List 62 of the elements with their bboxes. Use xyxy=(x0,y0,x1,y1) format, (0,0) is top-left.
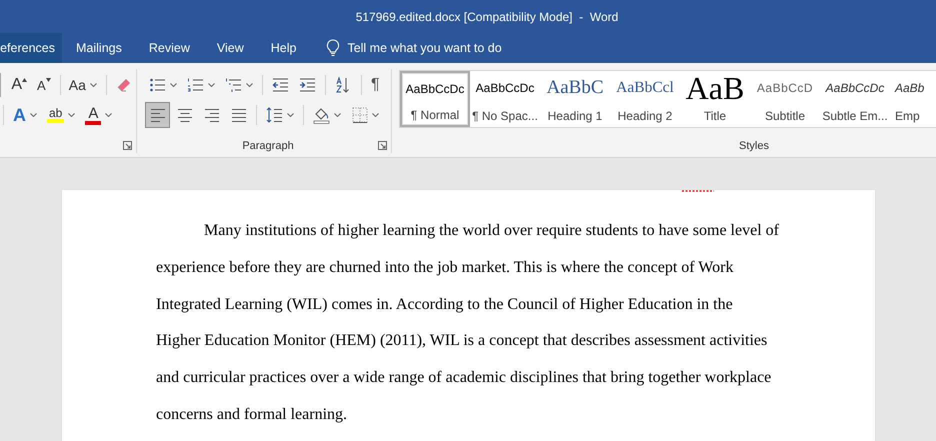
style-name: Title xyxy=(704,109,726,123)
style-preview: AaB xyxy=(686,77,744,99)
style-item[interactable]: AaBbCcDc ¶ Normal xyxy=(400,71,470,127)
style-item[interactable]: AaBbCcl Heading 2 xyxy=(610,71,680,127)
font-color-button[interactable]: A xyxy=(81,102,116,128)
search-field[interactable]: Tell me what you want to do xyxy=(326,33,518,63)
multilevel-list-icon xyxy=(225,76,242,94)
style-item[interactable]: AaB Title xyxy=(680,71,750,127)
group-label: Paragraph xyxy=(242,140,294,152)
style-item[interactable]: AaBbC Heading 1 xyxy=(540,71,610,127)
style-name: Heading 1 xyxy=(548,109,602,123)
style-name: Subtle Em... xyxy=(822,109,888,123)
bullets-icon xyxy=(149,76,166,94)
style-preview: AaBbCcDc xyxy=(406,81,464,98)
style-item[interactable]: AaBb Emp xyxy=(890,71,936,127)
spelling-mark xyxy=(682,190,714,192)
change-case-button[interactable]: Aa xyxy=(64,72,101,98)
sort-icon xyxy=(335,76,352,94)
style-name: Subtitle xyxy=(764,109,806,123)
group-label: Styles xyxy=(739,140,769,152)
window-title: 517969.edited.docx [Compatibility Mode] - Word xyxy=(356,10,618,24)
grow-font-button[interactable]: A xyxy=(7,72,32,98)
ribbon-tab[interactable]: Review xyxy=(136,33,203,63)
style-preview: AaBb xyxy=(895,80,924,97)
style-name: Emp xyxy=(895,109,920,123)
style-name: ¶ No Spac... xyxy=(472,109,538,123)
decrease-indent-icon xyxy=(272,76,289,94)
style-preview: AaBbCcDc xyxy=(826,80,884,97)
align-center-icon xyxy=(176,106,193,124)
text-effects-button[interactable]: A xyxy=(9,102,41,128)
numbered-list-icon xyxy=(187,76,204,94)
eraser-icon xyxy=(115,76,132,94)
increase-indent-icon xyxy=(299,76,316,94)
style-item[interactable]: AaBbCcD Subtitle xyxy=(750,71,820,127)
dialog-launcher-icon[interactable] xyxy=(378,141,387,150)
up-arrow-icon xyxy=(22,78,28,82)
style-preview: AaBbC xyxy=(546,77,604,99)
down-arrow-icon xyxy=(46,78,51,82)
align-left-button[interactable] xyxy=(145,102,170,128)
ribbon-tab[interactable]: Help xyxy=(258,33,310,63)
style-name: Heading 2 xyxy=(618,109,672,123)
ribbon-tab[interactable]: Mailings xyxy=(63,33,135,63)
paint-bucket-icon xyxy=(313,106,330,124)
style-name: ¶ Normal xyxy=(410,108,460,122)
ribbon-tab[interactable]: View xyxy=(204,33,257,63)
style-preview: AaBbCcDc xyxy=(476,80,534,97)
show-marks-button[interactable]: ¶ xyxy=(367,72,384,98)
line-spacing-icon xyxy=(266,106,283,124)
dialog-launcher-icon[interactable] xyxy=(123,141,132,150)
lightbulb-icon xyxy=(326,39,340,57)
justify-icon xyxy=(230,106,247,124)
align-left-icon xyxy=(149,106,166,124)
style-item[interactable]: AaBbCcDc ¶ No Spac... xyxy=(470,71,540,127)
shrink-font-button[interactable]: A xyxy=(33,72,55,98)
style-preview: AaBbCcD xyxy=(756,80,814,97)
style-item[interactable]: AaBbCcDc Subtle Em... xyxy=(820,71,890,127)
body-paragraph: Many institutions of higher learning the world over require students to have some level of experience before they are churned into the job market. This is where the concept of Work Integrated Learning (WIL) comes in. According to the Council of Higher Education in the Higher Education Monitor (HEM) (2011), WIL is a concept that describes assessment activities and curricular practices over a wide range of academic disciplines that bring together workplace concerns and formal learning. xyxy=(156,221,780,425)
borders-icon xyxy=(351,106,368,124)
highlight-button[interactable]: ab xyxy=(43,102,80,128)
style-preview: AaBbCcl xyxy=(616,78,674,98)
ribbon-tab[interactable]: eferences xyxy=(0,33,62,63)
align-right-icon xyxy=(203,106,220,124)
